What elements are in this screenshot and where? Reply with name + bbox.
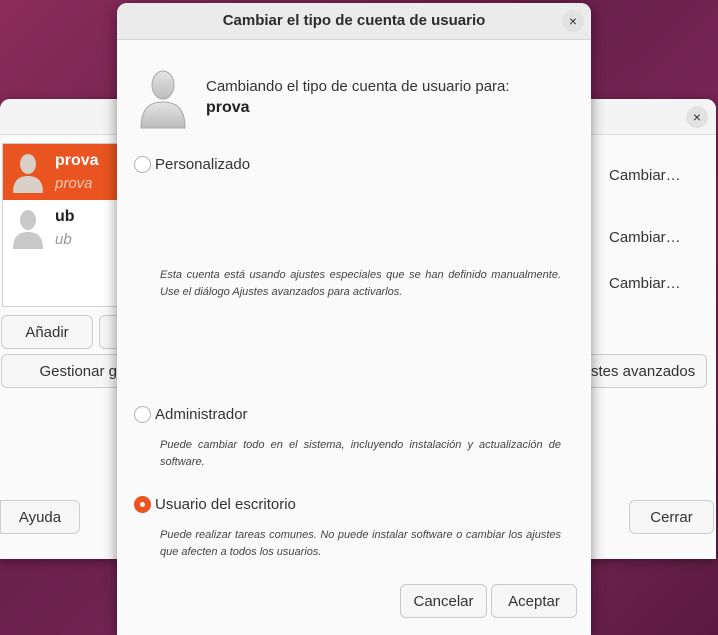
accept-button[interactable]: Aceptar (491, 584, 577, 618)
user-avatar-icon (13, 210, 43, 249)
change-account-type-button[interactable]: Cambiar… (609, 167, 681, 184)
user-username: ub (55, 208, 75, 225)
advanced-settings-button[interactable]: stes avanzados (591, 354, 707, 388)
radio-button-checked[interactable] (134, 496, 151, 513)
change-account-type-dialog: Cambiar el tipo de cuenta de usuario × C… (117, 3, 591, 635)
dialog-heading: Cambiando el tipo de cuenta de usuario p… (206, 78, 510, 95)
dialog-title: Cambiar el tipo de cuenta de usuario (222, 12, 486, 29)
close-icon[interactable]: × (562, 10, 584, 32)
radio-administrator[interactable]: Administrador (134, 406, 248, 423)
radio-label: Personalizado (155, 156, 251, 173)
radio-button[interactable] (134, 156, 151, 173)
user-list: prova prova ub ub (2, 143, 118, 307)
radio-label: Usuario del escritorio (155, 496, 296, 513)
radio-desktop-user[interactable]: Usuario del escritorio (134, 496, 296, 513)
close-button[interactable]: Cerrar (629, 500, 714, 534)
user-username: prova (55, 152, 99, 169)
add-user-button[interactable]: Añadir (1, 315, 93, 349)
help-button[interactable]: Ayuda (0, 500, 80, 534)
user-list-item-prova[interactable]: prova prova (3, 144, 117, 200)
close-icon[interactable]: × (686, 106, 708, 128)
radio-custom[interactable]: Personalizado (134, 156, 250, 173)
user-realname: ub (55, 231, 72, 248)
change-password-button[interactable]: Cambiar… (609, 275, 681, 292)
user-realname: prova (55, 175, 93, 192)
radio-label: Administrador (155, 406, 248, 423)
dialog-titlebar: Cambiar el tipo de cuenta de usuario (117, 3, 591, 40)
remove-user-button[interactable] (99, 315, 117, 349)
user-list-item-ub[interactable]: ub ub (3, 200, 117, 256)
radio-description: Esta cuenta está usando ajustes especial… (160, 269, 561, 298)
user-avatar-icon (13, 154, 43, 193)
radio-description: Puede realizar tareas comunes. No puede … (160, 529, 561, 558)
change-language-button[interactable]: Cambiar… (609, 229, 681, 246)
radio-button[interactable] (134, 406, 151, 423)
manage-groups-button[interactable]: Gestionar g (1, 354, 117, 388)
dialog-username: prova (206, 99, 250, 116)
user-avatar-icon (140, 70, 186, 129)
radio-description: Puede cambiar todo en el sistema, incluy… (160, 439, 561, 468)
cancel-button[interactable]: Cancelar (400, 584, 487, 618)
